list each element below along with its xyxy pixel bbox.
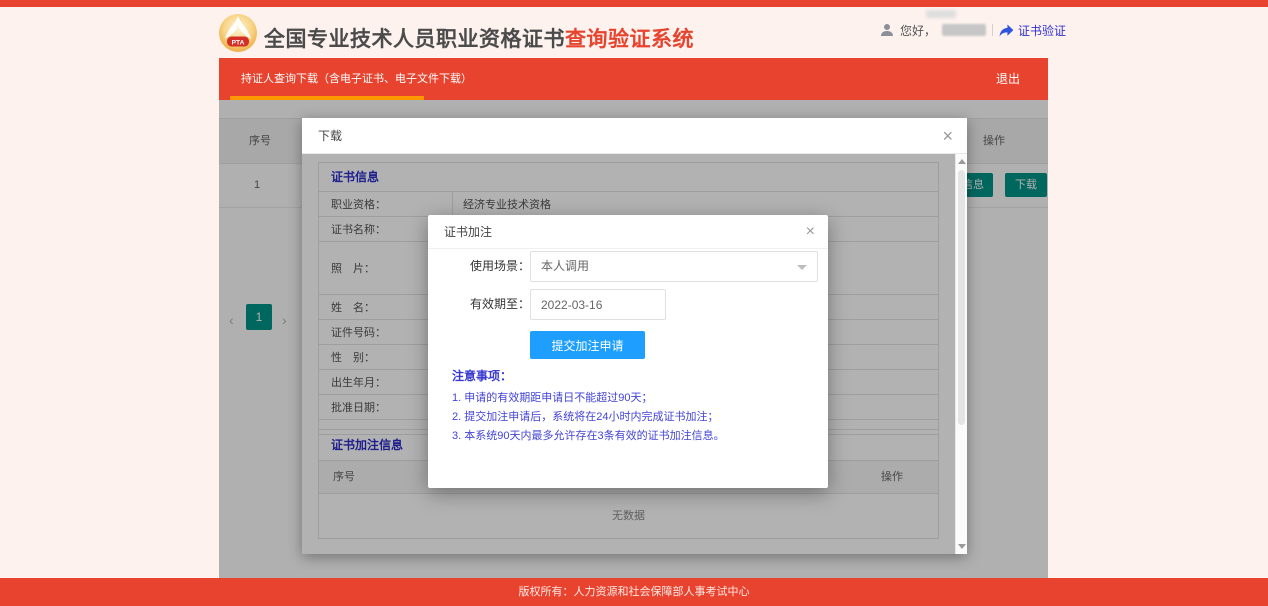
pta-logo: PTA (218, 13, 258, 53)
top-red-strip (0, 0, 1268, 7)
download-modal-title: 下载 (318, 118, 342, 154)
submit-annotate-button[interactable]: 提交加注申请 (530, 331, 645, 359)
usage-scene-select[interactable]: 本人调用 (530, 251, 818, 282)
dropdown-arrow-icon (797, 265, 807, 270)
redacted-smudge (926, 10, 956, 18)
usage-scene-label: 使用场景： (438, 251, 530, 282)
page-title: 全国专业技术人员职业资格证书查询验证系统 (264, 23, 694, 53)
modal-scrollbar[interactable] (955, 154, 967, 554)
annotate-modal-title: 证书加注 (444, 215, 492, 249)
download-modal-header: 下载 × (302, 118, 967, 154)
scrollbar-thumb[interactable] (958, 170, 965, 425)
nav-bar: 持证人查询下载（含电子证书、电子文件下载） 退出 (219, 58, 1048, 100)
share-arrow-icon (999, 24, 1014, 37)
page: PTA 全国专业技术人员职业资格证书查询验证系统 您好， 证书验证 持证人查询下… (0, 0, 1268, 606)
cert-verify-link[interactable]: 证书验证 (999, 22, 1066, 39)
page-title-main: 全国专业技术人员职业资格证书 (264, 28, 565, 51)
note-line-1: 1. 申请的有效期距申请日不能超过90天； (452, 389, 652, 405)
page-title-accent: 查询验证系统 (565, 28, 694, 51)
tab-holder-query-download[interactable]: 持证人查询下载（含电子证书、电子文件下载） (241, 58, 472, 100)
user-bar: 您好， 证书验证 (880, 22, 1066, 38)
notes-title: 注意事项： (452, 367, 512, 384)
logout-button[interactable]: 退出 (996, 58, 1020, 100)
annotate-modal-body: 使用场景： 本人调用 有效期至： 提交加注申请 注意事项： 1. 申请的有效期距… (428, 249, 828, 488)
annotate-modal: 证书加注 × 使用场景： 本人调用 有效期至： 提交加注申请 注意事项： 1. … (428, 215, 828, 488)
footer: 版权所有：人力资源和社会保障部人事考试中心 (0, 578, 1268, 606)
user-icon (880, 23, 894, 37)
annotate-modal-header: 证书加注 × (428, 215, 828, 249)
cert-verify-label: 证书验证 (1018, 22, 1066, 39)
valid-until-label: 有效期至： (438, 289, 530, 320)
note-line-2: 2. 提交加注申请后，系统将在24小时内完成证书加注； (452, 408, 718, 424)
scroll-down-icon[interactable] (958, 544, 966, 549)
annotate-modal-close-icon[interactable]: × (806, 215, 815, 249)
scroll-up-icon[interactable] (958, 159, 966, 164)
redacted-username (942, 24, 986, 36)
logo-text: PTA (232, 39, 245, 46)
usage-scene-value: 本人调用 (541, 252, 589, 281)
greeting-text: 您好， (900, 22, 936, 39)
copyright-text: 版权所有：人力资源和社会保障部人事考试中心 (519, 586, 750, 598)
note-line-3: 3. 本系统90天内最多允许存在3条有效的证书加注信息。 (452, 427, 725, 443)
separator (992, 24, 993, 36)
download-modal-close-icon[interactable]: × (942, 118, 953, 154)
valid-until-input[interactable] (530, 289, 666, 320)
